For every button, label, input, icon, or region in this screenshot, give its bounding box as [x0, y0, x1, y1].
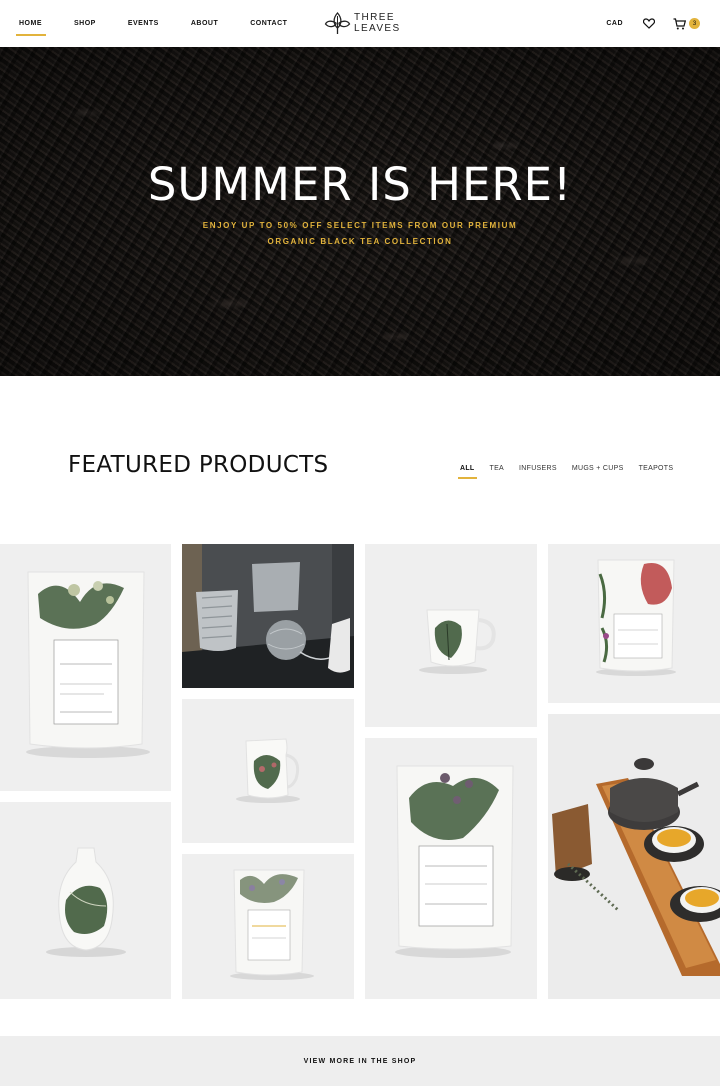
hero-title: SUMMER IS HERE! [147, 158, 573, 211]
product-tea-infuser[interactable] [182, 544, 354, 688]
cart-button[interactable]: 3 [673, 17, 700, 30]
product-tea-pouch-floral[interactable] [548, 544, 720, 703]
filter-all[interactable]: ALL [458, 465, 476, 479]
nav-home[interactable]: HOME [16, 20, 46, 36]
filter-mugs-cups[interactable]: MUGS + CUPS [572, 465, 624, 472]
hero-banner: SUMMER IS HERE! ENJOY UP TO 50% OFF SELE… [0, 47, 720, 376]
header-utilities: CAD 3 [606, 0, 700, 47]
jug-icon [236, 738, 300, 803]
product-botanical-jug[interactable] [182, 699, 354, 843]
pouch-icon [230, 869, 314, 980]
product-filters: ALL TEA INFUSERS MUGS + CUPS TEAPOTS [458, 465, 688, 479]
filter-teapots[interactable]: TEAPOTS [639, 465, 674, 472]
view-more-label: VIEW MORE IN THE SHOP [303, 1057, 417, 1065]
pouch-icon [395, 765, 514, 958]
pouch-icon [26, 571, 150, 758]
product-botanical-cup[interactable] [365, 544, 537, 727]
nav-about[interactable]: ABOUT [191, 20, 218, 27]
hero-subtitle-line-2: ORGANIC BLACK TEA COLLECTION [267, 237, 453, 246]
hero-subtitle: ENJOY UP TO 50% OFF SELECT ITEMS FROM OU… [0, 218, 720, 250]
view-more-button[interactable]: VIEW MORE IN THE SHOP [0, 1036, 720, 1086]
logo[interactable]: THREE LEAVES [324, 10, 401, 36]
nav-contact[interactable]: CONTACT [250, 20, 287, 27]
product-tea-pouch-large[interactable] [0, 544, 171, 791]
site-header: HOME SHOP EVENTS ABOUT CONTACT THREE LEA… [0, 0, 720, 47]
three-leaves-logo-icon [324, 12, 351, 34]
vase-icon [46, 847, 126, 957]
currency-selector[interactable]: CAD [606, 20, 623, 27]
teapot-icon [552, 758, 720, 976]
hero-subtitle-line-1: ENJOY UP TO 50% OFF SELECT ITEMS FROM OU… [202, 221, 518, 230]
product-teapot-tray[interactable] [548, 714, 720, 999]
pouch-icon [596, 559, 676, 676]
product-tea-pouch-berry[interactable] [182, 854, 354, 999]
product-botanical-vase[interactable] [0, 802, 171, 999]
logo-line-1: THREE [354, 12, 395, 23]
nav-events[interactable]: EVENTS [128, 20, 159, 27]
infuser-icon [182, 544, 354, 688]
filter-tea[interactable]: TEA [490, 465, 505, 472]
filter-infusers[interactable]: INFUSERS [519, 465, 557, 472]
cart-icon [673, 17, 686, 29]
cup-icon [419, 609, 496, 674]
nav-shop[interactable]: SHOP [74, 20, 96, 27]
main-nav: HOME SHOP EVENTS ABOUT CONTACT [16, 0, 319, 47]
cart-count-badge: 3 [689, 18, 700, 29]
featured-title: FEATURED PRODUCTS [68, 452, 329, 478]
wishlist-heart-icon[interactable] [643, 18, 655, 29]
logo-text: THREE LEAVES [354, 12, 401, 34]
product-tea-pouch-mint[interactable] [365, 738, 537, 999]
logo-line-2: LEAVES [354, 23, 401, 34]
